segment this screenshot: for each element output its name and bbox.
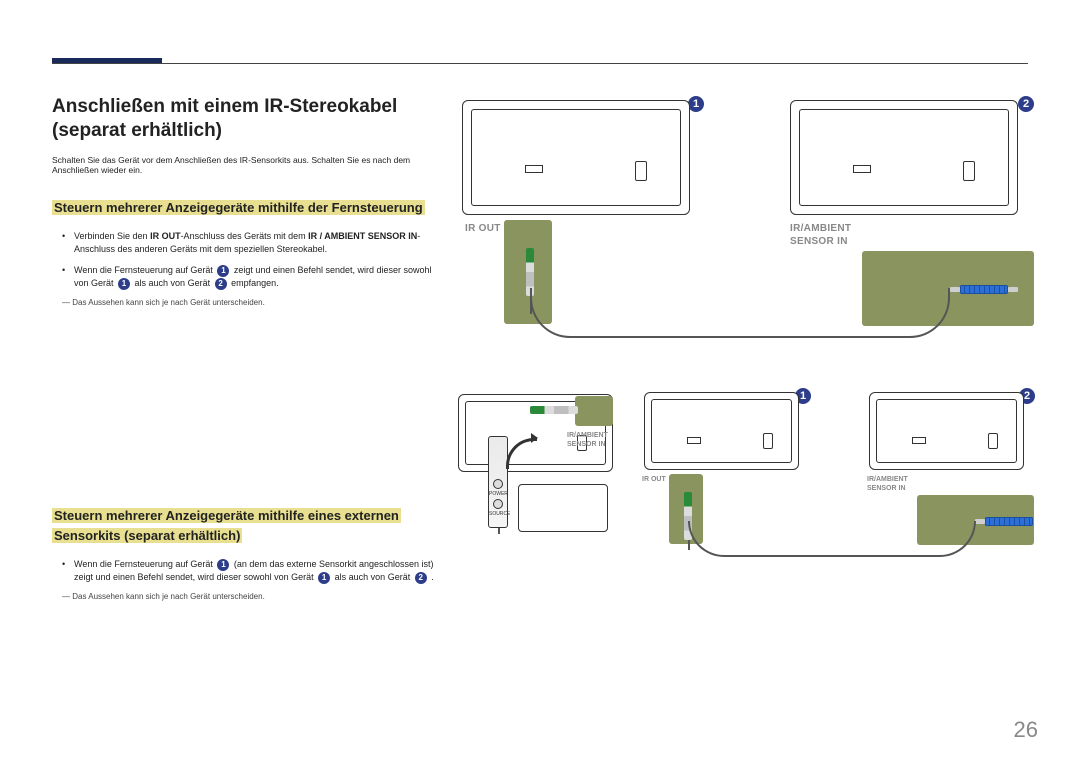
sensor-in-label: SENSOR IN bbox=[790, 236, 848, 247]
section2-list: Wenn die Fernsteuerung auf Gerät 1 (an d… bbox=[52, 558, 442, 584]
cable-icon bbox=[688, 521, 976, 557]
device2-back-panel bbox=[790, 100, 1018, 215]
spacer bbox=[52, 308, 442, 506]
ir-ambient-small-label-2: IR/AMBIENT bbox=[867, 476, 908, 483]
bullet-item: Verbinden Sie den IR OUT-Anschluss des G… bbox=[52, 230, 442, 256]
cable-segment bbox=[498, 528, 500, 534]
ir-ambient-label: IR/AMBIENT bbox=[790, 223, 851, 234]
header-rule bbox=[52, 63, 1028, 64]
sensor-in-small-label: SENSOR IN bbox=[567, 441, 606, 448]
audio-jack-blue-icon bbox=[985, 517, 1033, 526]
intro-text: Schalten Sie das Gerät vor dem Anschließ… bbox=[52, 155, 442, 176]
device1-badge-icon: 1 bbox=[688, 96, 704, 112]
device2-mid-panel bbox=[869, 392, 1024, 470]
num-badge-1: 1 bbox=[118, 278, 130, 290]
ir-ambient-small-label: IR/AMBIENT bbox=[567, 432, 608, 439]
section1-list: Verbinden Sie den IR OUT-Anschluss des G… bbox=[52, 230, 442, 290]
diagram-1: 1 IR OUT 2 IR/AMBIENT SENSOR I bbox=[470, 90, 1038, 360]
device1-back-panel bbox=[462, 100, 690, 215]
page-title: Anschließen mit einem IR-Stereokabel (se… bbox=[52, 95, 442, 143]
device2-badge-icon: 2 bbox=[1018, 96, 1034, 112]
num-badge-2: 2 bbox=[415, 572, 427, 584]
num-badge-1: 1 bbox=[318, 572, 330, 584]
page: Anschließen mit einem IR-Stereokabel (se… bbox=[0, 0, 1080, 763]
bullet-item: Wenn die Fernsteuerung auf Gerät 1 (an d… bbox=[52, 558, 442, 584]
sensor-unit-icon bbox=[518, 484, 608, 532]
num-badge-2: 2 bbox=[215, 278, 227, 290]
num-badge-1: 1 bbox=[217, 265, 229, 277]
ir-out-small-label: IR OUT bbox=[642, 476, 666, 483]
sensor-in-small-label-2: SENSOR IN bbox=[867, 485, 906, 492]
jack-tip-icon bbox=[975, 519, 985, 524]
left-column: Anschließen mit einem IR-Stereokabel (se… bbox=[52, 95, 442, 602]
bullet-item: Wenn die Fernsteuerung auf Gerät 1 zeigt… bbox=[52, 264, 442, 290]
jack-tip-icon bbox=[1008, 287, 1018, 292]
section2-heading: Steuern mehrerer Anzeigegeräte mithilfe … bbox=[52, 508, 401, 543]
section2-note: Das Aussehen kann sich je nach Gerät unt… bbox=[62, 592, 442, 602]
ir-out-label: IR OUT bbox=[465, 223, 501, 234]
audio-jack-green-icon bbox=[530, 406, 578, 414]
section1-heading: Steuern mehrerer Anzeigegeräte mithilfe … bbox=[52, 200, 425, 215]
right-column: 1 IR OUT 2 IR/AMBIENT SENSOR I bbox=[470, 90, 1038, 610]
device1-small-port bbox=[575, 396, 613, 426]
jack-tip-icon bbox=[950, 287, 960, 292]
diagram-2: IR/AMBIENT SENSOR IN POWER SOURCE 1 IR O… bbox=[470, 390, 1038, 640]
cable-icon bbox=[530, 288, 950, 338]
num-badge-1: 1 bbox=[217, 559, 229, 571]
audio-jack-blue-icon bbox=[960, 285, 1008, 294]
device1-mid-panel bbox=[644, 392, 799, 470]
page-number: 26 bbox=[1014, 717, 1038, 743]
section1-note: Das Aussehen kann sich je nach Gerät unt… bbox=[62, 298, 442, 308]
remote-sensor-kit-icon: POWER SOURCE bbox=[488, 436, 508, 528]
cable-segment bbox=[688, 540, 690, 550]
